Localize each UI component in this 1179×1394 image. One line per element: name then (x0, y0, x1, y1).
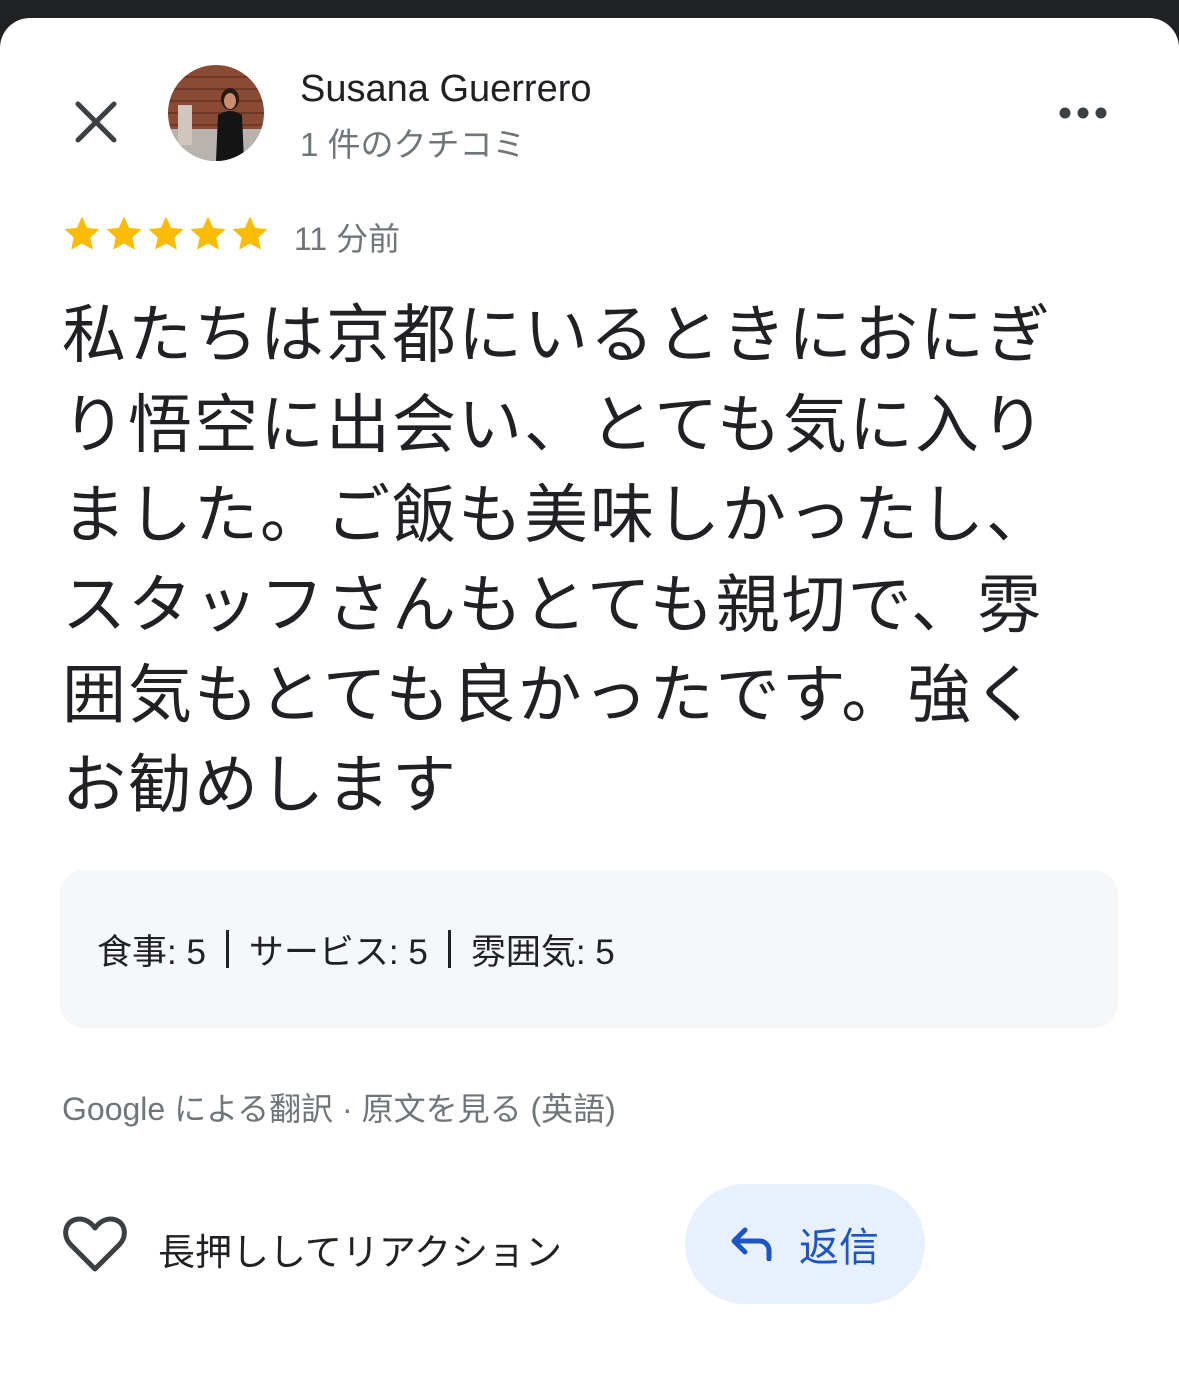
like-button[interactable] (62, 1214, 128, 1274)
close-button[interactable] (66, 92, 126, 152)
more-options-button[interactable] (1048, 88, 1118, 138)
rating-divider (225, 930, 229, 968)
translation-note: Google による翻訳 · 原文を見る (英語) (62, 1084, 616, 1130)
heart-outline-icon (63, 1216, 127, 1272)
review-sheet: Susana Guerrero 1 件のクチコミ 11 分前 私たちは京都にいる… (0, 18, 1179, 1394)
reply-button[interactable]: 返信 (685, 1184, 925, 1304)
rating-food: 食事: 5 (97, 932, 206, 972)
author-name[interactable]: Susana Guerrero (300, 68, 592, 111)
translation-dot: · (333, 1091, 362, 1127)
rating-atmosphere: 雰囲気: 5 (470, 932, 615, 972)
reaction-label[interactable]: 長押ししてリアクション (158, 1222, 562, 1276)
star-icon (106, 216, 142, 250)
avatar[interactable] (168, 65, 264, 161)
star-rating (62, 214, 270, 254)
close-icon (75, 101, 117, 143)
star-icon (232, 216, 268, 250)
sub-ratings: 食事: 5 サービス: 5 雰囲気: 5 (60, 870, 1118, 1028)
reply-label: 返信 (799, 1226, 879, 1270)
more-horizontal-icon (1059, 107, 1107, 119)
see-original-link[interactable]: 原文を見る (英語) (362, 1091, 616, 1127)
review-text: 私たちは京都にいるときにおにぎり悟空に出会い、とても気に入りました。ご飯も美味し… (62, 299, 1052, 821)
review-time: 11 分前 (294, 221, 401, 257)
star-icon (148, 216, 184, 250)
rating-divider (447, 930, 451, 968)
review-count: 1 件のクチコミ (300, 126, 526, 163)
star-icon (64, 216, 100, 250)
translation-prefix: Google による翻訳 (62, 1091, 334, 1127)
reply-arrow-icon (731, 1227, 772, 1261)
star-icon (190, 216, 226, 250)
rating-service: サービス: 5 (248, 932, 428, 972)
